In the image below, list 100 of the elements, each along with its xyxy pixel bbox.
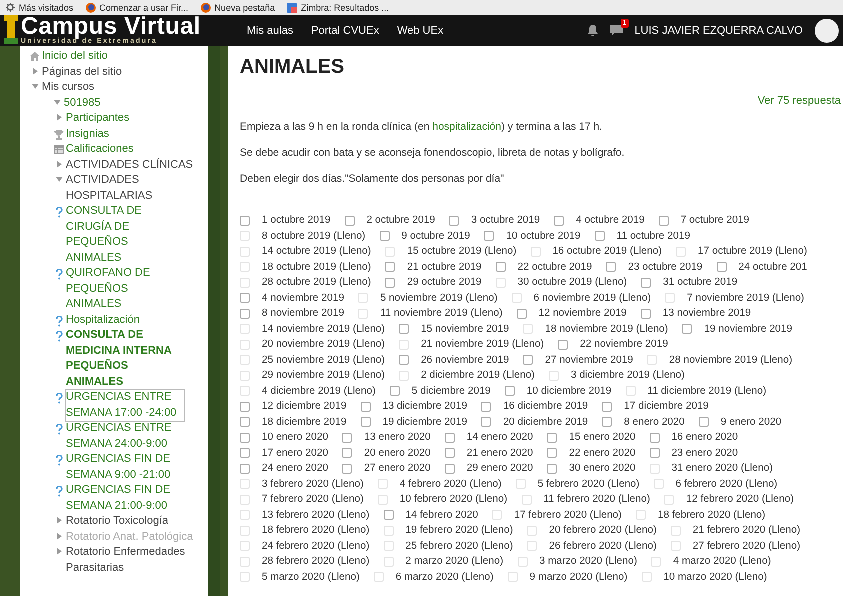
checkbox[interactable] bbox=[380, 231, 390, 242]
nav-link[interactable]: Calificaciones bbox=[66, 142, 134, 158]
chat-icon[interactable] bbox=[610, 25, 623, 36]
nav-link[interactable]: Portal CVUEx bbox=[311, 24, 380, 36]
checkbox[interactable] bbox=[554, 216, 564, 226]
quiz-link[interactable]: CONSULTA DE MEDICINA INTERNA PEQUEÑOS ANIMALES bbox=[66, 328, 184, 390]
quiz-link[interactable]: QUIROFANO DE PEQUEÑOS ANIMALES bbox=[66, 266, 184, 312]
question-mark-icon bbox=[56, 207, 62, 218]
checkbox[interactable] bbox=[547, 448, 558, 458]
option-label: 6 febrero 2020 (Lleno) bbox=[676, 478, 778, 490]
checkbox[interactable] bbox=[342, 464, 352, 474]
quiz-link[interactable]: URGENCIAS FIN DE SEMANA 21:00-9:00 bbox=[66, 483, 184, 514]
tree-node-label[interactable]: Mis cursos bbox=[42, 80, 95, 96]
bookmark-link[interactable]: Zimbra: Resultados ... bbox=[301, 2, 390, 12]
checkbox[interactable] bbox=[444, 448, 455, 458]
quiz-link[interactable]: Hospitalización bbox=[66, 312, 184, 328]
checkbox[interactable] bbox=[504, 386, 515, 396]
bell-icon[interactable] bbox=[588, 25, 598, 36]
checkbox[interactable] bbox=[602, 402, 612, 412]
checkbox[interactable] bbox=[594, 231, 605, 242]
expanded-arrow-icon[interactable] bbox=[32, 83, 38, 90]
bookmark-link[interactable]: Comenzar a usar Fir... bbox=[100, 2, 189, 12]
quiz-link[interactable]: URGENCIAS ENTRE SEMANA 17:00 -24:00 bbox=[66, 390, 184, 421]
user-name[interactable]: LUIS JAVIER EZQUERRA CALVO bbox=[634, 24, 803, 36]
hospitalization-link[interactable]: hospitalización bbox=[432, 121, 502, 133]
checkbox[interactable] bbox=[484, 231, 494, 242]
globe-icon bbox=[86, 2, 96, 12]
option-label: 28 octubre 2019 (Lleno) bbox=[262, 277, 372, 288]
bookmark-link[interactable]: Nueva pestaña bbox=[214, 2, 276, 12]
question-mark-icon bbox=[56, 316, 62, 326]
checkbox[interactable] bbox=[344, 216, 355, 226]
checkbox[interactable] bbox=[390, 386, 400, 396]
checkbox[interactable] bbox=[481, 417, 492, 428]
checkbox[interactable] bbox=[558, 340, 568, 350]
expanded-arrow-icon[interactable] bbox=[56, 176, 62, 183]
checkbox[interactable] bbox=[658, 216, 669, 226]
tree-node-label[interactable]: Rotatorio Toxicología bbox=[66, 514, 196, 530]
quiz-link[interactable]: URGENCIAS FIN DE SEMANA 9:00 -21:00 bbox=[66, 452, 184, 483]
checkbox[interactable] bbox=[384, 510, 394, 520]
collapsed-arrow-icon[interactable] bbox=[56, 114, 62, 121]
checkbox[interactable] bbox=[496, 262, 506, 272]
checkbox[interactable] bbox=[516, 308, 527, 319]
collapsed-arrow-icon[interactable] bbox=[56, 517, 62, 524]
checkbox[interactable] bbox=[650, 448, 660, 458]
checkbox[interactable] bbox=[385, 278, 396, 288]
checkbox[interactable] bbox=[240, 402, 250, 412]
tree-node-label[interactable]: Participantes bbox=[66, 111, 196, 126]
checkbox[interactable] bbox=[342, 432, 352, 443]
checkbox[interactable] bbox=[360, 402, 371, 412]
checkbox[interactable] bbox=[385, 262, 396, 272]
collapsed-arrow-icon[interactable] bbox=[56, 160, 62, 168]
checkbox[interactable] bbox=[640, 308, 651, 319]
option-label: 31 octubre 2019 bbox=[663, 277, 738, 288]
checkbox[interactable] bbox=[547, 464, 558, 474]
checkbox[interactable] bbox=[716, 262, 727, 272]
option-label: 11 febrero 2020 (Lleno) bbox=[544, 494, 650, 506]
checkbox[interactable] bbox=[444, 464, 455, 474]
option-label: 5 diciembre 2019 bbox=[412, 386, 491, 397]
checkbox[interactable] bbox=[449, 216, 460, 226]
tree-node-label[interactable]: Rotatorio Enfermedades Parasitarias bbox=[66, 545, 196, 576]
checkbox[interactable] bbox=[602, 417, 612, 428]
collapsed-arrow-icon[interactable] bbox=[32, 68, 38, 74]
checkbox[interactable] bbox=[547, 432, 558, 443]
option-label: 9 octubre 2019 bbox=[402, 230, 470, 242]
nav-link[interactable]: Inicio del sitio bbox=[42, 49, 108, 64]
checkbox[interactable] bbox=[444, 432, 455, 443]
checkbox[interactable] bbox=[240, 432, 250, 443]
checkbox[interactable] bbox=[360, 417, 371, 428]
avatar[interactable] bbox=[815, 18, 839, 42]
checkbox[interactable] bbox=[240, 308, 250, 319]
checkbox[interactable] bbox=[606, 262, 616, 272]
checkbox[interactable] bbox=[399, 324, 410, 334]
checkbox[interactable] bbox=[240, 448, 250, 458]
quiz-link[interactable]: URGENCIAS ENTRE SEMANA 24:00-9:00 bbox=[66, 421, 184, 452]
responses-link[interactable]: Ver 75 respuesta bbox=[758, 95, 841, 107]
quiz-link[interactable]: CONSULTA DE CIRUGÍA DE PEQUEÑOS ANIMALES bbox=[66, 204, 184, 266]
collapsed-arrow-icon[interactable] bbox=[56, 548, 62, 555]
checkbox[interactable] bbox=[240, 417, 250, 428]
expanded-arrow-icon[interactable] bbox=[54, 98, 60, 106]
checkbox[interactable] bbox=[650, 432, 660, 443]
checkbox[interactable] bbox=[682, 324, 692, 334]
option-label: 5 marzo 2020 (Lleno) bbox=[262, 572, 360, 583]
nav-link[interactable]: Web UEx bbox=[397, 24, 444, 36]
checkbox[interactable] bbox=[399, 355, 410, 366]
tree-node-label[interactable]: ACTIVIDADES HOSPITALARIAS bbox=[66, 173, 196, 204]
checkbox[interactable] bbox=[523, 355, 534, 366]
checkbox[interactable] bbox=[240, 464, 250, 474]
nav-link[interactable]: Insignias bbox=[66, 126, 110, 142]
checkbox[interactable] bbox=[481, 402, 492, 412]
checkbox[interactable] bbox=[641, 278, 652, 288]
tree-node-label[interactable]: 501985 bbox=[64, 96, 101, 111]
checkbox[interactable] bbox=[342, 448, 352, 458]
checkbox[interactable] bbox=[698, 417, 709, 428]
nav-link[interactable]: Mis aulas bbox=[247, 24, 294, 36]
bookmark-link[interactable]: Más visitados bbox=[19, 2, 74, 12]
checkbox[interactable] bbox=[240, 293, 250, 304]
option-label: 23 octubre 2019 bbox=[628, 262, 703, 273]
tree-node-label[interactable]: ACTIVIDADES CLÍNICAS bbox=[66, 158, 196, 173]
checkbox[interactable] bbox=[240, 216, 250, 226]
tree-node-label[interactable]: Páginas del sitio bbox=[42, 64, 122, 80]
